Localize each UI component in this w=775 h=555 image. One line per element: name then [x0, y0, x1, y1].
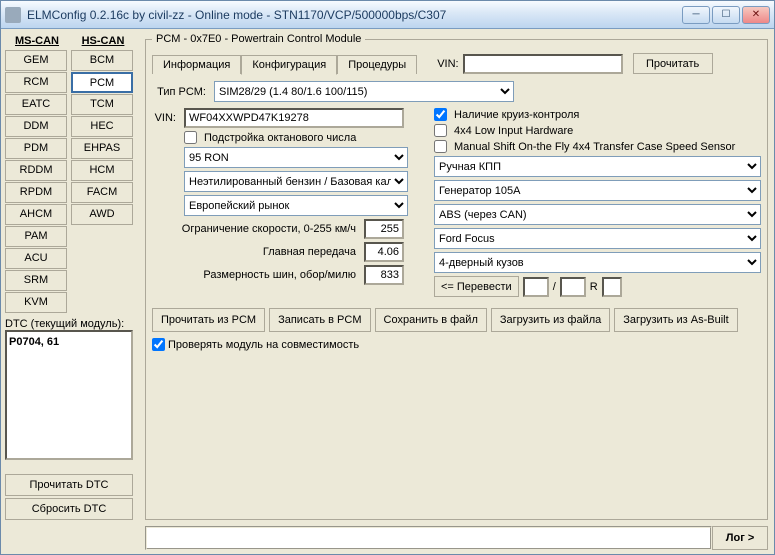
tab-info[interactable]: Информация — [152, 55, 241, 74]
abs-select[interactable]: ABS (через CAN) — [434, 204, 761, 225]
load-asbuilt-button[interactable]: Загрузить из As-Built — [614, 308, 737, 332]
module-ahcm[interactable]: AHCM — [5, 204, 67, 225]
dtc-label: DTC (текущий модуль): — [5, 318, 139, 330]
module-hec[interactable]: HEC — [71, 116, 133, 137]
tire-w-input[interactable] — [523, 277, 549, 297]
shift4x4-checkbox[interactable] — [434, 140, 447, 153]
cruise-checkbox[interactable] — [434, 108, 447, 121]
module-pcm[interactable]: PCM — [71, 72, 133, 93]
body-select[interactable]: 4-дверный кузов — [434, 252, 761, 273]
save-file-button[interactable]: Сохранить в файл — [375, 308, 487, 332]
module-hcm[interactable]: HCM — [71, 160, 133, 181]
mscan-header[interactable]: MS-CAN — [5, 33, 69, 49]
log-output[interactable] — [145, 526, 712, 550]
vin-label: VIN: — [152, 112, 180, 124]
speed-input[interactable] — [364, 219, 404, 239]
slash-label: / — [553, 281, 556, 293]
final-input[interactable] — [364, 242, 404, 262]
vin-input[interactable] — [184, 108, 404, 128]
fuel-select[interactable]: Неэтилированный бензин / Базовая калибро… — [184, 171, 408, 192]
speed-label: Ограничение скорости, 0-255 км/ч — [152, 223, 360, 235]
module-tcm[interactable]: TCM — [71, 94, 133, 115]
pcm-type-label: Тип PCM: — [152, 86, 210, 98]
tire-ar-input[interactable] — [560, 277, 586, 297]
module-awd[interactable]: AWD — [71, 204, 133, 225]
pcm-fieldset: PCM - 0x7E0 - Powertrain Control Module … — [145, 33, 768, 520]
r-label: R — [590, 281, 598, 293]
minimize-button[interactable]: ─ — [682, 6, 710, 24]
clear-dtc-button[interactable]: Сбросить DTC — [5, 498, 133, 520]
tire-d-input[interactable] — [602, 277, 622, 297]
shift4x4-label: Manual Shift On-the Fly 4x4 Transfer Cas… — [454, 141, 735, 153]
log-toggle-button[interactable]: Лог > — [712, 526, 768, 550]
vin-top-input[interactable] — [463, 54, 623, 74]
pcm-type-select[interactable]: SIM28/29 (1.4 80/1.6 100/115) — [214, 81, 514, 102]
read-dtc-button[interactable]: Прочитать DTC — [5, 474, 133, 496]
hscan-header[interactable]: HS-CAN — [71, 33, 135, 49]
dtc-list[interactable]: P0704, 61 — [5, 330, 133, 460]
module-pdm[interactable]: PDM — [5, 138, 67, 159]
module-srm[interactable]: SRM — [5, 270, 67, 291]
final-label: Главная передача — [152, 246, 360, 258]
compat-checkbox[interactable] — [152, 338, 165, 351]
window-titlebar: ELMConfig 0.2.16c by civil-zz - Online m… — [1, 1, 774, 29]
read-vin-button[interactable]: Прочитать — [633, 53, 713, 74]
module-rcm[interactable]: RCM — [5, 72, 67, 93]
tab-config[interactable]: Конфигурация — [241, 55, 337, 75]
tire-label: Размерность шин, обор/милю — [152, 269, 360, 281]
pcm-read-button[interactable]: Прочитать из PCM — [152, 308, 265, 332]
module-ehpas[interactable]: EHPAS — [71, 138, 133, 159]
module-acu[interactable]: ACU — [5, 248, 67, 269]
convert-button[interactable]: <= Перевести — [434, 276, 519, 297]
octane-checkbox[interactable] — [184, 131, 197, 144]
ron-select[interactable]: 95 RON — [184, 147, 408, 168]
pcm-write-button[interactable]: Записать в PCM — [269, 308, 370, 332]
low4x4-label: 4x4 Low Input Hardware — [454, 125, 573, 137]
module-rddm[interactable]: RDDM — [5, 160, 67, 181]
tire-input[interactable] — [364, 265, 404, 285]
tab-proc[interactable]: Процедуры — [337, 55, 417, 74]
module-gem[interactable]: GEM — [5, 50, 67, 71]
module-pam[interactable]: PAM — [5, 226, 67, 247]
compat-label: Проверять модуль на совместимость — [168, 339, 359, 351]
market-select[interactable]: Европейский рынок — [184, 195, 408, 216]
load-file-button[interactable]: Загрузить из файла — [491, 308, 610, 332]
module-facm[interactable]: FACM — [71, 182, 133, 203]
pcm-legend: PCM - 0x7E0 - Powertrain Control Module — [152, 33, 365, 45]
vin-top-label: VIN: — [437, 58, 458, 70]
module-kvm[interactable]: KVM — [5, 292, 67, 313]
alt-select[interactable]: Генератор 105A — [434, 180, 761, 201]
trans-select[interactable]: Ручная КПП — [434, 156, 761, 177]
app-icon — [5, 7, 21, 23]
close-button[interactable]: ✕ — [742, 6, 770, 24]
window-title: ELMConfig 0.2.16c by civil-zz - Online m… — [27, 8, 682, 22]
module-rpdm[interactable]: RPDM — [5, 182, 67, 203]
model-select[interactable]: Ford Focus — [434, 228, 761, 249]
cruise-label: Наличие круиз-контроля — [454, 109, 579, 121]
low4x4-checkbox[interactable] — [434, 124, 447, 137]
module-bcm[interactable]: BCM — [71, 50, 133, 71]
maximize-button[interactable]: ☐ — [712, 6, 740, 24]
module-eatc[interactable]: EATC — [5, 94, 67, 115]
module-ddm[interactable]: DDM — [5, 116, 67, 137]
octane-label: Подстройка октанового числа — [204, 132, 356, 144]
